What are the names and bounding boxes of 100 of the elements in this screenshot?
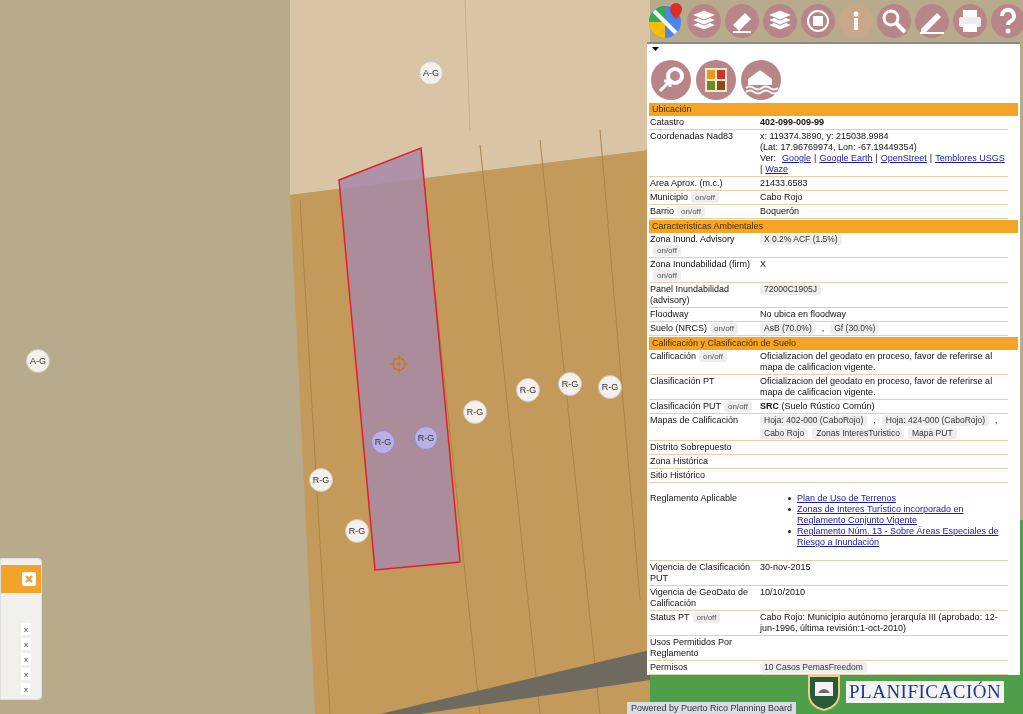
field-label: Status PT [650, 612, 690, 622]
view-label: Ver: [760, 153, 776, 164]
value-tag[interactable]: Zonas InteresTuristico [812, 428, 904, 439]
map-pin-logo-icon[interactable] [648, 3, 684, 39]
coordinate-text: (Lat: 17.96769974, Lon: -67.19449354) [760, 142, 918, 153]
search-icon[interactable] [876, 3, 912, 39]
layers-icon[interactable] [762, 3, 798, 39]
field-label: Barrio [650, 206, 674, 216]
field-label: Municipio [650, 192, 689, 202]
bullet-icon [788, 497, 791, 500]
field-value: Oficializacion del geodato en proceso, favor de referirse al mapa de calificacion vigente. [760, 376, 993, 397]
link-separator: | [814, 153, 817, 164]
section-header: Calificación y Clasificación de Suelo [649, 337, 1018, 350]
field-value: Oficializacion del geodato en proceso, favor de referirse al mapa de calificacion vigente. [760, 351, 993, 372]
comma-separator: , [820, 323, 826, 334]
regulation-link[interactable]: Zonas de Interes Turístico incorporado en Reglamento Conjunto Vigente [797, 504, 1008, 526]
on-off-toggle[interactable]: on/off [677, 206, 705, 217]
value-tag[interactable]: Mapa PUT [907, 428, 957, 439]
map-link[interactable]: Temblores USGS [935, 153, 1005, 164]
field-value: X [760, 259, 766, 269]
flooded-house-icon[interactable] [740, 59, 782, 101]
value-tag[interactable]: Cabo Rojo [760, 428, 809, 439]
coat-of-arms-icon [806, 673, 842, 711]
field-label: Reglamento Aplicable [650, 493, 738, 503]
value-tag[interactable]: Hoja: 402-000 (CaboRojo) [760, 415, 868, 426]
remove-button[interactable]: x [21, 638, 31, 650]
help-icon[interactable] [990, 3, 1023, 39]
field-label: Coordenadas Nad83 [650, 131, 734, 141]
on-off-toggle[interactable]: on/off [653, 245, 681, 256]
field-label: Vigencia de GeoDato de Calificación [650, 587, 748, 608]
field-label: Vigencia de Clasificación PUT [650, 562, 750, 583]
field-value: Cabo Rojo: Municipio autónomo jerarquía III (aprobado: 12-jun-1996, última revisión:1-oct-2010) [760, 612, 998, 633]
eraser-icon[interactable] [724, 3, 760, 39]
parcel-outline[interactable] [337, 146, 462, 571]
field-label: Zona Inundabilidad (firm) [650, 259, 751, 269]
print-icon[interactable] [952, 3, 988, 39]
close-icon[interactable] [22, 572, 36, 586]
field-value: 10/10/2010 [760, 587, 806, 597]
institution-logo-icon[interactable] [695, 59, 737, 101]
link-separator: | [875, 153, 878, 164]
field-label: Suelo (NRCS) [650, 323, 707, 333]
field-value: SRC (Suelo Rústico Común) [760, 401, 875, 411]
on-off-toggle[interactable]: on/off [724, 401, 752, 412]
value-tag[interactable]: 10 Casos PemasFreedom [760, 662, 867, 673]
map-link[interactable]: OpenStreet [880, 153, 927, 164]
field-value: No ubica en floodway [760, 309, 847, 319]
remove-button[interactable]: x [21, 683, 31, 695]
value-tag[interactable]: X 0.2% ACF (1.5%) [760, 234, 842, 245]
on-off-toggle[interactable]: on/off [710, 323, 738, 334]
value-tag[interactable]: Hoja: 424-000 (CaboRojo) [881, 415, 989, 426]
bullet-icon [788, 508, 791, 511]
comma-separator: , [872, 415, 877, 426]
value-tag[interactable]: 72000C1905J [760, 284, 821, 295]
link-separator: | [929, 153, 933, 164]
field-value: 402-099-009-99 [760, 117, 825, 127]
comma-separator: , [994, 415, 999, 426]
field-value: 21433.6583 [760, 178, 808, 188]
field-label: Permisos [650, 662, 688, 672]
coordinate-text: x: 119374.3890, y: 215038.9984 [760, 131, 890, 142]
field-value: Boquerón [760, 206, 800, 216]
field-label: Clasificación PT [650, 376, 715, 386]
regulation-link[interactable]: Reglamento Núm. 13 - Sobre Áreas Especiales de Riesgo a Inundación [797, 526, 1008, 548]
value-tag[interactable]: AsB (70.0%) [760, 323, 816, 334]
remove-button[interactable]: x [21, 623, 31, 635]
field-label: Floodway [650, 309, 689, 319]
value-tag[interactable]: Gf (30.0%) [830, 323, 880, 334]
field-label: Zona Inund. Advisory [650, 234, 735, 244]
remove-button[interactable]: x [21, 668, 31, 680]
on-off-toggle[interactable]: on/off [653, 270, 681, 281]
field-label: Area Aprox. (m.c.) [650, 178, 723, 188]
field-value: 30-nov-2015 [760, 562, 811, 572]
dropdown-caret-icon[interactable] [652, 47, 659, 51]
regulation-link[interactable]: Plan de Uso de Terrenos [797, 493, 896, 504]
field-label: Usos Permitidos Por Reglamento [650, 637, 733, 658]
link-separator: | [760, 164, 763, 175]
field-label: Clasificación PUT [650, 401, 722, 411]
field-label: Calificación [650, 351, 697, 361]
map-link[interactable]: Google [782, 153, 812, 164]
on-off-toggle[interactable]: on/off [692, 612, 721, 623]
map-link[interactable]: Google Earth [819, 153, 873, 164]
map-link[interactable]: Waze [765, 164, 788, 175]
section-header: Ubicación [649, 103, 1018, 116]
on-off-toggle[interactable]: on/off [691, 192, 719, 203]
on-off-toggle[interactable]: on/off [699, 351, 727, 362]
section-header: Caracteristicas Ambientales [649, 220, 1018, 233]
field-label: Sitio Histórico [650, 470, 705, 480]
credit-bar: Powered by Puerto Rico Planning Board [627, 702, 797, 714]
logo-text: PLANIFICACIÓN [846, 681, 1005, 703]
field-label: Panel Inundabilidad (advisory) [650, 284, 730, 305]
field-label: Catastro [650, 117, 684, 127]
field-value: Cabo Rojo [760, 192, 803, 202]
layers-icon[interactable] [686, 3, 722, 39]
pencil-icon[interactable] [914, 3, 950, 39]
info-icon[interactable] [838, 3, 874, 39]
bullet-icon [788, 530, 791, 533]
crosshair-icon [390, 355, 408, 373]
field-label: Distrito Sobrepuesto [650, 442, 732, 452]
field-label: Zona Histórica [650, 456, 709, 466]
remove-button[interactable]: x [21, 653, 31, 665]
field-label: Mapas de Calificación [650, 415, 739, 425]
